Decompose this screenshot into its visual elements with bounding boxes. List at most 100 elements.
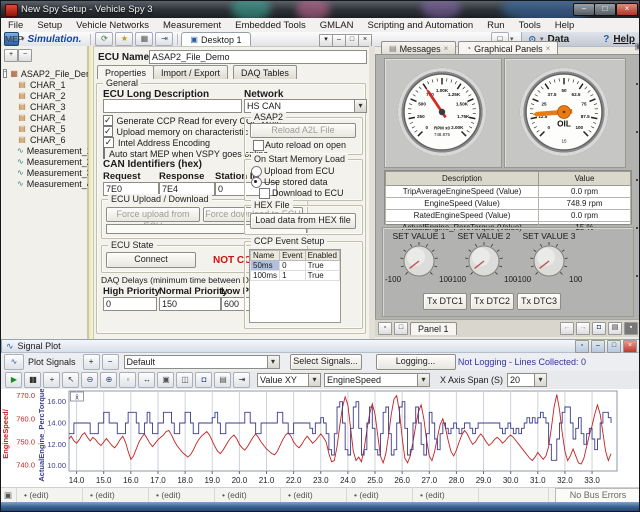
tab-panel-1[interactable]: Panel 1	[410, 322, 457, 335]
ecu-checkbox-0[interactable]: ✓	[103, 115, 113, 126]
ecu-checkbox-2[interactable]: ✓	[103, 137, 114, 148]
tree-root-asap2-file-demo[interactable]: -▦ASAP2_File_Demo	[3, 68, 87, 79]
menu-embedded-tools[interactable]: Embedded Tools	[228, 20, 313, 31]
toolbar-panel-grid-button[interactable]: ▦	[135, 32, 153, 46]
force-upload-button[interactable]: Force upload from ECU	[106, 207, 200, 222]
tree-item-measurement_4[interactable]: ∿Measurement_4	[3, 178, 87, 189]
menu-tools[interactable]: Tools	[512, 20, 548, 31]
menu-file[interactable]: File	[1, 20, 30, 31]
tree-item-char_5[interactable]: ▤CHAR_5	[3, 123, 87, 134]
edit-row-icon-cell[interactable]: ▣	[1, 488, 17, 503]
toolbar-export-button[interactable]: ⇥	[155, 32, 173, 46]
toolbar-refresh-button[interactable]: ⟳	[95, 32, 113, 46]
add-plot-button[interactable]: +	[83, 354, 100, 370]
high-priority-input[interactable]: 0	[103, 297, 157, 311]
memload-radio-0[interactable]	[251, 166, 262, 177]
edit-cell-1[interactable]: • (edit)	[17, 488, 83, 503]
plot-fit-horizontal-button[interactable]: ↔	[138, 372, 155, 388]
tree-item-measurement_3[interactable]: ∿Measurement_3	[3, 167, 87, 178]
ccp-row[interactable]: 50ms0True	[251, 261, 340, 271]
simulation-mode-label[interactable]: Simulation.	[28, 34, 82, 45]
connect-button[interactable]: Connect	[106, 252, 196, 268]
menu-vehicle-networks[interactable]: Vehicle Networks	[69, 20, 156, 31]
menu-help[interactable]: Help	[548, 20, 582, 31]
menu-scripting-and-automation[interactable]: Scripting and Automation	[361, 20, 481, 31]
panel-lock-button[interactable]: ▪	[624, 322, 638, 335]
ecu-checkbox-3[interactable]	[103, 148, 105, 159]
remove-plot-button[interactable]: −	[102, 354, 119, 370]
panel-prev-button[interactable]: ←	[560, 322, 574, 335]
tree-item-measurement_2[interactable]: ∿Measurement_2	[3, 156, 87, 167]
plot-signals-icon-button[interactable]: ∿	[4, 354, 24, 370]
set-value-knob-2[interactable]	[460, 239, 508, 283]
plot-properties-button[interactable]: ▣	[157, 372, 174, 388]
tab-graphical-panels[interactable]: ◔ Graphical Panels ×	[458, 41, 558, 55]
minimize-button[interactable]: –	[573, 3, 595, 16]
menu-gmlan[interactable]: GMLAN	[313, 20, 361, 31]
close-button[interactable]: ×	[616, 3, 638, 16]
tree-item-char_1[interactable]: ▤CHAR_1	[3, 79, 87, 90]
ccp-cell[interactable]: 1	[280, 271, 306, 281]
tree-item-char_3[interactable]: ▤CHAR_3	[3, 101, 87, 112]
plot-cursor-button[interactable]: ↖	[62, 372, 79, 388]
tree-item-measurement_1[interactable]: ∿Measurement_1	[3, 145, 87, 156]
tx-dtc3-button[interactable]: Tx DTC3	[517, 293, 561, 310]
tx-dtc1-button[interactable]: Tx DTC1	[423, 293, 467, 310]
tab-import-export[interactable]: Import / Export	[153, 65, 228, 79]
panel-next-button[interactable]: →	[576, 322, 590, 335]
tree-collapse-button[interactable]: −	[18, 49, 32, 62]
select-signals-button[interactable]: Select Signals...	[290, 354, 362, 370]
ecu-checkbox-1[interactable]: ✓	[103, 126, 113, 137]
plot-zoom-in-button[interactable]: ⊕	[100, 372, 117, 388]
plot-clear-button[interactable]: ▫	[119, 372, 136, 388]
preset-select[interactable]: Default	[124, 355, 280, 369]
long-desc-input[interactable]	[103, 99, 242, 113]
plot-signal-select[interactable]: EngineSpeed	[324, 373, 430, 387]
plot-minimize-button[interactable]: –	[591, 340, 605, 353]
reload-a2l-button[interactable]: Reload A2L File	[250, 123, 356, 138]
set-value-knob-1[interactable]	[395, 239, 443, 283]
signal-chart[interactable]: 14.015.016.017.018.019.020.021.022.023.0…	[1, 389, 640, 487]
panel-window-button[interactable]: □	[394, 322, 408, 335]
edit-cell-5[interactable]: • (edit)	[281, 488, 347, 503]
ecu-name-input[interactable]: ASAP2_File_Demo	[149, 50, 367, 64]
menu-setup[interactable]: Setup	[30, 20, 69, 31]
plot-maximize-button[interactable]: □	[607, 340, 621, 353]
plot-close-button[interactable]: ×	[623, 340, 637, 353]
tx-dtc2-button[interactable]: Tx DTC2	[470, 293, 514, 310]
edit-cell-4[interactable]: • (edit)	[215, 488, 281, 503]
network-select[interactable]: HS CAN	[244, 99, 367, 113]
ccp-event-table[interactable]: NameEventEnabled50ms0True100ms1True	[250, 250, 340, 281]
ecu-pin-button[interactable]: ▾	[319, 34, 333, 47]
edit-cell-6[interactable]: • (edit)	[347, 488, 413, 503]
plot-print-button[interactable]: ▤	[214, 372, 231, 388]
tree-expand-button[interactable]: +	[4, 49, 18, 62]
normal-priority-input[interactable]: 150	[159, 297, 221, 311]
plot-copy-button[interactable]: ◫	[176, 372, 193, 388]
ccp-row[interactable]: 100ms1True	[251, 271, 340, 281]
plot-pin-button[interactable]: ▫	[575, 340, 589, 353]
ccp-cell[interactable]: 0	[280, 261, 306, 271]
ccp-cell[interactable]: 100ms	[251, 271, 280, 281]
expander-icon[interactable]: -	[3, 69, 7, 78]
plot-save-button[interactable]: ◘	[195, 372, 212, 388]
panel-print-button[interactable]: ▤	[608, 322, 622, 335]
tree-item-char_2[interactable]: ▤CHAR_2	[3, 90, 87, 101]
memload-checkbox-2[interactable]	[259, 188, 270, 199]
menu-run[interactable]: Run	[480, 20, 511, 31]
plot-zoom-out-button[interactable]: ⊖	[81, 372, 98, 388]
ccp-cell[interactable]: 50ms	[251, 261, 280, 271]
close-tab-icon[interactable]: ×	[444, 43, 449, 55]
tree-item-char_6[interactable]: ▤CHAR_6	[3, 134, 87, 145]
logging-button[interactable]: Logging...	[376, 354, 456, 370]
panel-tool-icon[interactable]: ▣	[634, 41, 640, 54]
panel-overview-button[interactable]: ▫	[378, 322, 392, 335]
load-hex-button[interactable]: Load data from HEX file	[250, 213, 356, 229]
plot-mode-select[interactable]: Value XY	[257, 373, 321, 387]
plot-play-button[interactable]: ▶	[5, 372, 22, 388]
auto-reload-checkbox[interactable]	[253, 140, 264, 151]
tree-item-char_4[interactable]: ▤CHAR_4	[3, 112, 87, 123]
ccp-cell[interactable]: True	[305, 261, 339, 271]
ecu-minimize-button[interactable]: –	[332, 34, 346, 47]
plot-pause-button[interactable]: ▮▮	[24, 372, 41, 388]
